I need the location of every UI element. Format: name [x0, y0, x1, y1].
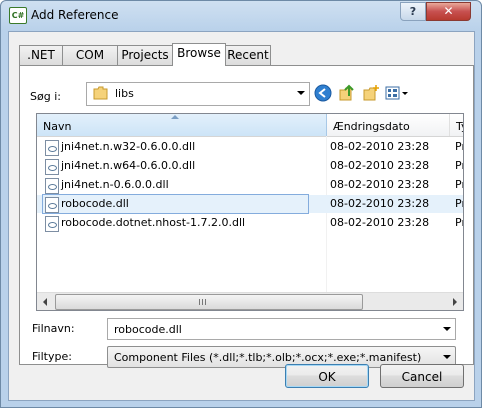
new-folder-icon[interactable] — [362, 84, 380, 102]
tab-browse[interactable]: Browse — [172, 43, 226, 66]
file-row[interactable]: jni4net.n-0.6.0.0.dll 08-02-2010 23:28 P… — [37, 176, 463, 194]
file-name: robocode.dll — [61, 197, 129, 210]
file-type: Pr — [455, 216, 463, 229]
cancel-button[interactable]: Cancel — [380, 364, 464, 388]
filename-value: robocode.dll — [114, 323, 182, 336]
back-icon[interactable] — [314, 84, 332, 102]
up-folder-icon[interactable] — [338, 84, 356, 102]
file-name: robocode.dotnet.nhost-1.7.2.0.dll — [61, 216, 246, 229]
file-row-selected[interactable]: robocode.dll 08-02-2010 23:28 Pr — [37, 194, 463, 214]
tab-recent[interactable]: Recent — [225, 45, 271, 65]
sort-ascending-icon — [171, 115, 179, 119]
filename-label: Filnavn: — [32, 322, 75, 335]
file-type: Pr — [455, 197, 463, 210]
dll-file-icon — [45, 159, 59, 175]
dialog-body: .NET COM Projects Browse Recent Søg i: l… — [8, 31, 475, 401]
browse-panel: Søg i: libs Navn Ændringsdato T jni4net.… — [19, 65, 474, 368]
file-name-cell: robocode.dotnet.nhost-1.7.2.0.dll — [43, 214, 308, 232]
csharp-app-icon: C# — [9, 7, 27, 24]
filename-combobox[interactable]: robocode.dll — [107, 318, 456, 340]
help-button[interactable]: ? — [400, 2, 426, 21]
file-date: 08-02-2010 23:28 — [330, 140, 430, 153]
dll-file-icon — [45, 178, 59, 194]
column-header-type[interactable]: Ty — [450, 114, 463, 136]
chevron-down-icon[interactable] — [443, 355, 451, 359]
filetype-value: Component Files (*.dll;*.tlb;*.olb;*.ocx… — [114, 351, 422, 364]
file-date: 08-02-2010 23:28 — [330, 159, 430, 172]
lookin-value: libs — [115, 87, 134, 100]
horizontal-scrollbar[interactable] — [37, 292, 463, 310]
file-name-cell: robocode.dll — [42, 194, 309, 214]
column-header-date[interactable]: Ændringsdato — [327, 114, 450, 136]
window-title: Add Reference — [31, 8, 119, 22]
column-header-name[interactable]: Navn — [37, 114, 327, 136]
scroll-left-button[interactable] — [37, 293, 54, 310]
dll-file-icon — [45, 197, 59, 213]
file-name: jni4net.n.w64-0.6.0.0.dll — [61, 159, 196, 172]
filetype-label: Filtype: — [32, 350, 72, 363]
grip-icon — [199, 299, 208, 305]
tab-projects[interactable]: Projects — [117, 45, 173, 65]
file-type: Pr — [455, 178, 463, 191]
file-name-cell: jni4net.n.w64-0.6.0.0.dll — [43, 157, 308, 175]
file-row[interactable]: jni4net.n.w32-0.6.0.0.dll 08-02-2010 23:… — [37, 138, 463, 156]
file-list-header: Navn Ændringsdato Ty — [37, 114, 463, 137]
scroll-right-button[interactable] — [446, 293, 463, 310]
lookin-dropdown[interactable]: libs — [86, 82, 310, 106]
dll-file-icon — [45, 216, 59, 232]
view-menu-icon[interactable] — [385, 84, 409, 102]
chevron-down-icon[interactable] — [443, 327, 451, 331]
file-name-cell: jni4net.n.w32-0.6.0.0.dll — [43, 138, 308, 156]
folder-icon — [93, 86, 108, 100]
dll-file-icon — [45, 140, 59, 156]
file-name: jni4net.n-0.6.0.0.dll — [61, 178, 169, 191]
file-date: 08-02-2010 23:28 — [330, 178, 430, 191]
file-name-cell: jni4net.n-0.6.0.0.dll — [43, 176, 308, 194]
file-date: 08-02-2010 23:28 — [330, 216, 430, 229]
file-type: Pr — [455, 159, 463, 172]
file-type: Pr — [455, 140, 463, 153]
file-row[interactable]: jni4net.n.w64-0.6.0.0.dll 08-02-2010 23:… — [37, 157, 463, 175]
title-bar[interactable]: C# Add Reference ? ✕ — [1, 1, 481, 31]
add-reference-dialog: C# Add Reference ? ✕ .NET COM Projects B… — [0, 0, 482, 408]
tab-com[interactable]: COM — [62, 45, 118, 65]
tab-dotnet[interactable]: .NET — [19, 45, 63, 65]
scrollbar-thumb[interactable] — [55, 294, 363, 310]
close-button[interactable]: ✕ — [426, 2, 471, 21]
lookin-label: Søg i: — [30, 90, 61, 103]
chevron-down-icon[interactable] — [297, 91, 305, 95]
file-list[interactable]: Navn Ændringsdato Ty jni4net.n.w32-0.6.0… — [36, 113, 464, 311]
file-row[interactable]: robocode.dotnet.nhost-1.7.2.0.dll 08-02-… — [37, 214, 463, 232]
ok-button[interactable]: OK — [285, 364, 369, 388]
file-name: jni4net.n.w32-0.6.0.0.dll — [61, 140, 196, 153]
file-date: 08-02-2010 23:28 — [330, 197, 430, 210]
